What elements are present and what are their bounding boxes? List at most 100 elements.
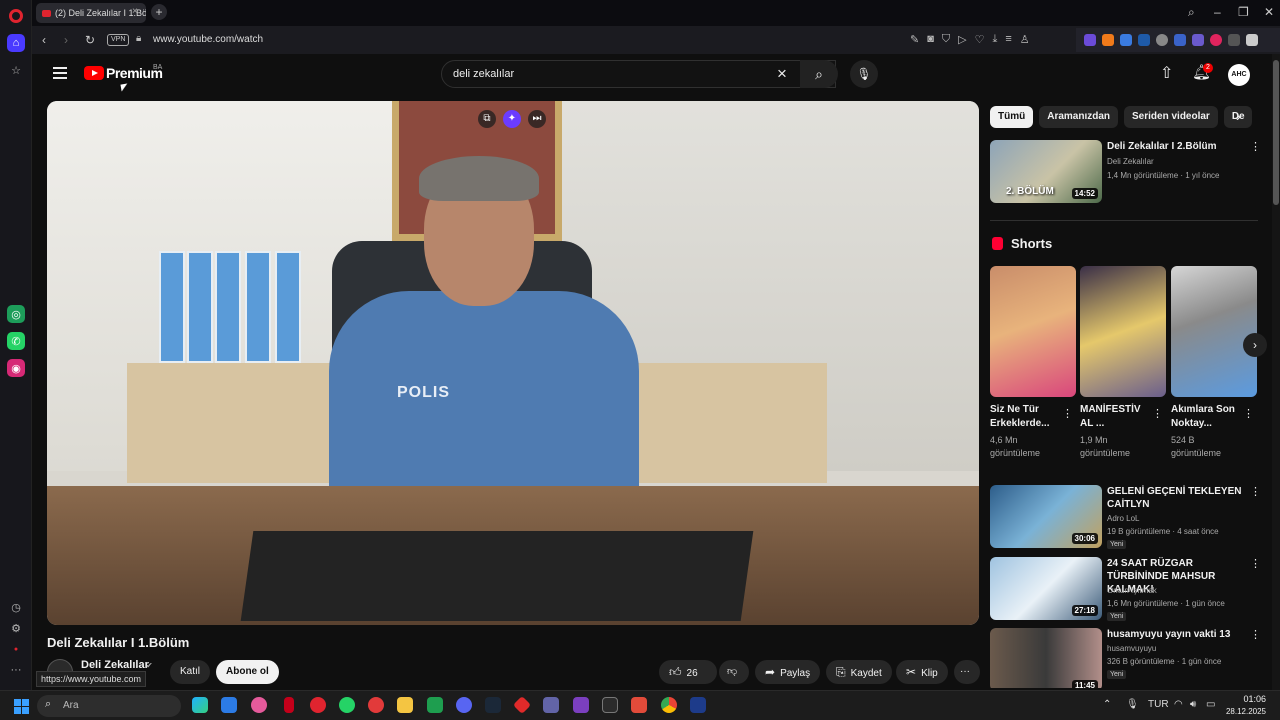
short-title[interactable]: Akımlara Son Noktay... — [1171, 403, 1241, 431]
minimize-icon[interactable]: – — [1214, 5, 1221, 19]
visual-studio-icon[interactable] — [573, 697, 589, 713]
settings-icon[interactable]: ⚙ — [7, 619, 25, 637]
steam-icon[interactable] — [485, 697, 501, 713]
recommendation-title[interactable]: GELENİ GEÇENİ TEKLEYEN CAİTLYN — [1107, 485, 1242, 511]
recommendation-title[interactable]: husamyuyu yayın vakti 13 — [1107, 628, 1242, 641]
avatar[interactable]: AHC — [1228, 64, 1250, 86]
more-icon[interactable]: ··· — [7, 661, 25, 679]
short-title[interactable]: Siz Ne Tür Erkeklerde... — [990, 403, 1060, 431]
short-title[interactable]: MANİFESTİV AL ... — [1080, 403, 1150, 431]
short-item[interactable]: Akımlara Son Noktay... 524 B görüntüleme… — [1171, 266, 1257, 460]
home-icon[interactable]: ⌂ — [7, 34, 25, 52]
list-icon[interactable]: ≡ — [1005, 33, 1011, 46]
language-indicator[interactable]: TUR — [1148, 699, 1169, 710]
app-icon[interactable] — [512, 695, 532, 715]
chevron-right-icon[interactable]: › — [1236, 108, 1241, 124]
chip-from-search[interactable]: Aramanızdan — [1039, 106, 1119, 128]
like-button[interactable]: 👍︎26 B — [659, 660, 717, 703]
file-explorer-icon[interactable] — [397, 697, 413, 713]
video-player[interactable]: POLIS ⧉ ✦ ⏭︎ — [47, 101, 979, 625]
tab-close-icon[interactable]: × — [132, 6, 138, 17]
opera-logo-icon[interactable] — [9, 9, 23, 23]
tray-overflow-icon[interactable]: ⌃ — [1103, 699, 1111, 710]
extension-icon[interactable] — [1210, 34, 1222, 46]
copilot-icon[interactable] — [192, 697, 208, 713]
history-icon[interactable]: ◷ — [7, 598, 25, 616]
recommendation-channel[interactable]: Orkun Işıtmak — [1107, 586, 1157, 595]
recommendation-item[interactable]: 2. BÖLÜM 14:52 Deli Zekalılar I 2.Bölüm … — [990, 140, 1261, 208]
teams-icon[interactable] — [543, 697, 559, 713]
video-thumbnail[interactable]: 2. BÖLÜM 14:52 — [990, 140, 1102, 203]
clip-button[interactable]: ✂ Klip — [896, 660, 948, 684]
extension-icon[interactable] — [1084, 34, 1096, 46]
skip-icon[interactable]: ⏭︎ — [528, 110, 546, 128]
short-thumbnail[interactable] — [1171, 266, 1257, 397]
whatsapp-taskbar-icon[interactable] — [339, 697, 355, 713]
discord-icon[interactable] — [456, 697, 472, 713]
instagram-icon[interactable]: ◉ — [7, 359, 25, 377]
short-item[interactable]: Siz Ne Tür Erkeklerde... 4,6 Mn görüntül… — [990, 266, 1076, 460]
hamburger-menu-icon[interactable] — [53, 67, 67, 79]
dislike-button[interactable]: 👎︎ — [719, 660, 749, 684]
video-thumbnail[interactable]: 30:06 — [990, 485, 1102, 548]
more-vertical-icon[interactable]: ⋮ — [1243, 407, 1254, 420]
back-icon[interactable]: ‹ — [42, 33, 46, 47]
profile-icon[interactable]: ♙ — [1020, 33, 1030, 46]
clear-search-icon[interactable]: × — [777, 64, 787, 84]
url-field[interactable]: www.youtube.com/watch — [153, 34, 263, 45]
chip-all[interactable]: Tümü — [990, 106, 1034, 128]
more-vertical-icon[interactable]: ⋮ — [1250, 628, 1258, 641]
extension-icon[interactable] — [1102, 34, 1114, 46]
recommendation-title[interactable]: Deli Zekalılar I 2.Bölüm — [1107, 140, 1242, 153]
volume-icon[interactable]: 🔊︎ — [1190, 699, 1196, 710]
wifi-icon[interactable]: ◠ — [1174, 699, 1183, 710]
search-button[interactable]: ⌕ — [800, 60, 838, 88]
recommendation-item[interactable]: 27:18 24 SAAT RÜZGAR TÜRBİNİNDE MAHSUR K… — [990, 557, 1261, 625]
recommendation-channel[interactable]: Deli Zekalılar — [1107, 157, 1154, 166]
ai-assist-icon[interactable]: ✦ — [503, 110, 521, 128]
chatgpt-icon[interactable]: ◎ — [7, 305, 25, 323]
vpn-badge[interactable]: VPN — [107, 34, 130, 46]
close-window-icon[interactable]: ✕ — [1264, 5, 1274, 19]
tab-active[interactable]: (2) Deli Zekalılar I 1.Bölüm — [36, 3, 146, 23]
video-thumbnail[interactable]: 11:45 — [990, 628, 1102, 688]
recommendation-item[interactable]: 30:06 GELENİ GEÇENİ TEKLEYEN CAİTLYN Adr… — [990, 485, 1261, 553]
clock-time[interactable]: 01:06 — [1222, 694, 1266, 704]
video-thumbnail[interactable]: 27:18 — [990, 557, 1102, 620]
camera-icon[interactable]: ◙ — [927, 33, 934, 46]
more-vertical-icon[interactable]: ⋮ — [1152, 407, 1163, 420]
shorts-next-button[interactable]: › — [1243, 333, 1267, 357]
recommendation-channel[interactable]: husamvuyuyu — [1107, 644, 1156, 653]
more-vertical-icon[interactable]: ⋮ — [1250, 140, 1261, 153]
new-tab-button[interactable]: + — [151, 4, 167, 20]
join-button[interactable]: Katıl — [170, 660, 211, 684]
app-icon[interactable] — [690, 697, 706, 713]
epic-games-icon[interactable] — [602, 697, 618, 713]
share-button[interactable]: ➦ Paylaş — [755, 660, 821, 684]
extension-icon[interactable] — [1156, 34, 1168, 46]
shield-icon[interactable]: ⛉ — [942, 33, 950, 46]
translate-icon[interactable] — [1120, 34, 1132, 46]
short-thumbnail[interactable] — [990, 266, 1076, 397]
browser-search-icon[interactable]: ⌕ — [1188, 5, 1195, 20]
chrome-icon[interactable] — [661, 697, 677, 713]
microphone-icon[interactable]: 🎙︎ — [850, 60, 878, 88]
windows-start-icon[interactable] — [14, 699, 29, 714]
star-icon[interactable]: ☆ — [7, 61, 25, 79]
extension-icon[interactable] — [1138, 34, 1150, 46]
play-icon[interactable]: ▷ — [958, 33, 966, 46]
store-icon[interactable] — [221, 697, 237, 713]
app-icon[interactable] — [631, 697, 647, 713]
miniplayer-icon[interactable]: ⧉ — [478, 110, 496, 128]
extension-icon[interactable] — [1192, 34, 1204, 46]
whatsapp-icon[interactable]: ✆ — [7, 332, 25, 350]
download-icon[interactable]: ⤓ — [992, 33, 997, 46]
app-icon[interactable] — [368, 697, 384, 713]
subscribe-button[interactable]: Abone ol — [216, 660, 279, 684]
search-value[interactable]: deli zekalılar — [453, 68, 514, 80]
excel-icon[interactable] — [427, 697, 443, 713]
clock-date[interactable]: 28.12.2025 — [1222, 707, 1266, 716]
edit-icon[interactable]: ✎ — [910, 33, 919, 46]
extension-icon[interactable] — [1228, 34, 1240, 46]
scrollbar-thumb[interactable] — [1273, 60, 1279, 205]
